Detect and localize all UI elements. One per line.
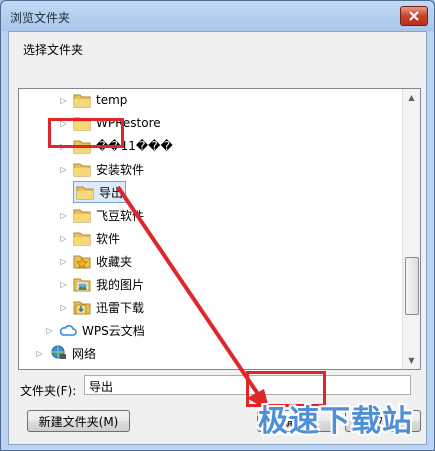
tree-item-label: 软件: [96, 231, 121, 246]
folder-icon: [73, 94, 91, 108]
expand-arrow-icon[interactable]: ▷: [59, 234, 68, 243]
network-icon: [51, 345, 66, 359]
tree-item-my-pictures[interactable]: ▷ 我的图片: [59, 273, 144, 295]
tree-item-wps-cloud[interactable]: ▷ WPS云文档: [45, 319, 145, 341]
expand-arrow-icon[interactable]: ▷: [59, 257, 68, 266]
tree-item-label: temp: [96, 93, 128, 107]
tree-item-label: 收藏夹: [96, 254, 133, 269]
tree-item-label: 飞豆软件: [96, 208, 145, 223]
scroll-thumb[interactable]: [405, 257, 419, 315]
folder-icon: [73, 232, 91, 246]
expand-arrow-icon[interactable]: ▷: [35, 349, 44, 358]
tree-item-feidou-software[interactable]: ▷ 飞豆软件: [59, 204, 144, 226]
expand-arrow-icon[interactable]: ▷: [59, 211, 68, 220]
tree-scrollbar[interactable]: ▲ ▼: [402, 89, 420, 369]
close-button[interactable]: [400, 6, 428, 26]
tree-item-temp[interactable]: ▷ temp: [59, 89, 127, 111]
cloud-icon: [59, 325, 77, 336]
tree-item-label: 迅雷下载: [96, 300, 145, 315]
pictures-folder-icon: [73, 278, 91, 292]
tree-item-label: 我的图片: [96, 277, 145, 292]
tree-item-xunlei-download[interactable]: ▷ 迅雷下载: [59, 296, 144, 318]
expand-arrow-icon[interactable]: ▷: [59, 303, 68, 312]
folder-icon: [76, 186, 94, 200]
tree-item-label: 网络: [72, 346, 97, 361]
close-icon: [409, 11, 419, 21]
tree-item-label: WPS云文档: [82, 323, 145, 338]
new-folder-button[interactable]: 新建文件夹(M): [27, 410, 130, 432]
scroll-up-arrow-icon[interactable]: ▲: [403, 89, 420, 106]
expand-arrow-icon[interactable]: ▷: [59, 165, 68, 174]
tree-item-label: 导出: [99, 185, 124, 200]
highlight-box-selected-folder: [48, 118, 124, 148]
selected-folder[interactable]: 导出: [73, 181, 127, 203]
tree-item-software[interactable]: ▷ 软件: [59, 227, 120, 249]
tree-item-label: 安装软件: [96, 162, 145, 177]
folder-field-label: 文件夹(F):: [20, 384, 77, 398]
expand-arrow-icon[interactable]: ▷: [45, 326, 54, 335]
folder-icon: [73, 209, 91, 223]
tree-item-network[interactable]: ▷ 网络: [35, 342, 96, 364]
tree-item-export[interactable]: 导出: [59, 181, 127, 203]
expand-arrow-icon: [59, 188, 68, 197]
expand-arrow-icon[interactable]: ▷: [59, 96, 68, 105]
browse-folder-dialog: 浏览文件夹 选择文件夹 ▷ temp ▷ WPRestore ▷ ��11���: [0, 0, 435, 451]
folder-icon: [73, 163, 91, 177]
favorites-folder-icon: [73, 255, 91, 269]
dialog-prompt: 选择文件夹: [23, 43, 84, 57]
dialog-body: 选择文件夹 ▷ temp ▷ WPRestore ▷ ��11��� ▷ 安装软…: [8, 31, 427, 445]
expand-arrow-icon[interactable]: ▷: [59, 280, 68, 289]
title-bar[interactable]: 浏览文件夹: [1, 1, 434, 31]
window-title: 浏览文件夹: [10, 11, 71, 25]
download-folder-icon: [73, 301, 91, 315]
tree-item-favorites[interactable]: ▷ 收藏夹: [59, 250, 132, 272]
tree-item-install-software[interactable]: ▷ 安装软件: [59, 158, 144, 180]
scroll-down-arrow-icon[interactable]: ▼: [403, 352, 420, 369]
watermark-text: 极速下载站: [258, 404, 413, 439]
